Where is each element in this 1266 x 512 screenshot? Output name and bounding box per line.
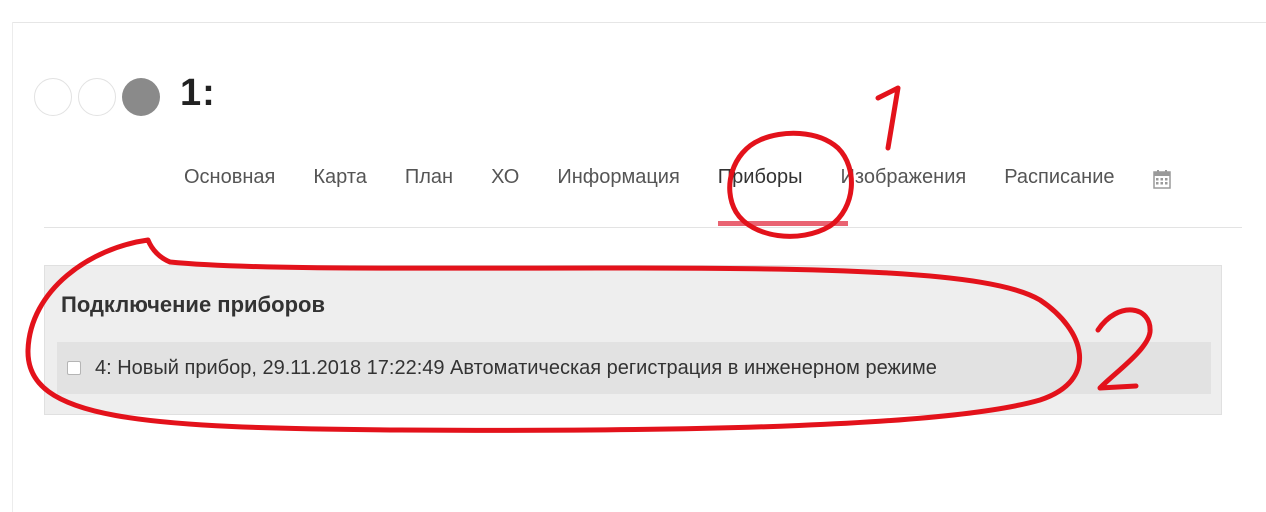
panel-title: Подключение приборов bbox=[61, 292, 325, 317]
tab-main[interactable]: Основная bbox=[184, 166, 275, 189]
active-tab-indicator bbox=[718, 221, 848, 226]
tab-schedule[interactable]: Расписание bbox=[1004, 166, 1114, 189]
device-label: 4: Новый прибор, 29.11.2018 17:22:49 Авт… bbox=[95, 356, 937, 379]
status-indicators bbox=[34, 78, 160, 116]
top-divider bbox=[12, 22, 1266, 23]
devices-panel: Подключение приборов 4: Новый прибор, 29… bbox=[44, 265, 1222, 415]
tab-map[interactable]: Карта bbox=[313, 166, 367, 189]
tabs-divider bbox=[44, 227, 1242, 228]
status-indicator-3 bbox=[122, 78, 160, 116]
status-indicator-2 bbox=[78, 78, 116, 116]
tab-ho[interactable]: ХО bbox=[491, 166, 519, 189]
device-checkbox[interactable] bbox=[67, 361, 81, 375]
tab-bar: Основная Карта План ХО Информация Прибор… bbox=[184, 166, 1171, 189]
annotation-mark-1 bbox=[875, 85, 901, 151]
page: 1: Основная Карта План ХО Информация При… bbox=[0, 0, 1266, 512]
page-title: 1: bbox=[180, 72, 216, 114]
tab-images[interactable]: Изображения bbox=[841, 166, 967, 189]
tab-info[interactable]: Информация bbox=[557, 166, 679, 189]
tab-devices[interactable]: Приборы bbox=[718, 166, 803, 189]
left-divider bbox=[12, 22, 13, 512]
status-indicator-1 bbox=[34, 78, 72, 116]
list-item[interactable]: 4: Новый прибор, 29.11.2018 17:22:49 Авт… bbox=[57, 342, 1211, 394]
tab-plan[interactable]: План bbox=[405, 166, 453, 189]
calendar-icon[interactable] bbox=[1152, 169, 1171, 189]
